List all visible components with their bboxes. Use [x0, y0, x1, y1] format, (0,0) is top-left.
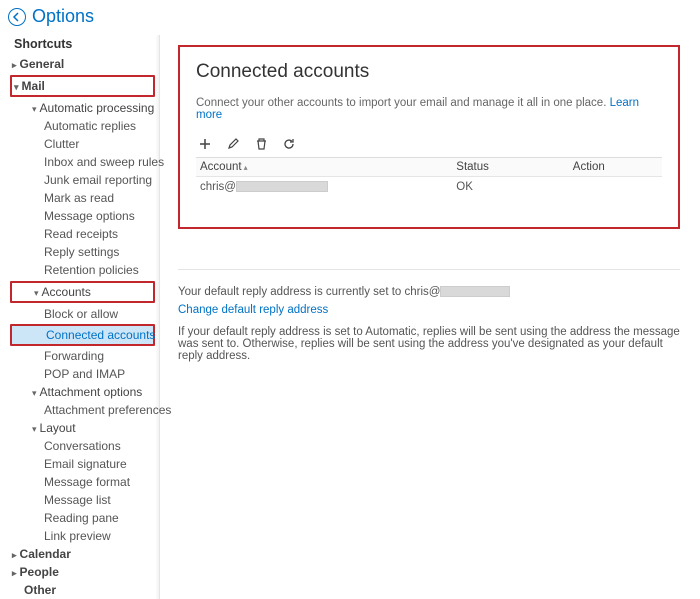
- sidebar-item-inbox-sweep[interactable]: Inbox and sweep rules: [10, 153, 155, 171]
- sidebar-item-general[interactable]: General: [10, 55, 155, 73]
- sidebar-item-pop-imap[interactable]: POP and IMAP: [10, 365, 155, 383]
- sidebar-item-mail[interactable]: Mail: [12, 77, 153, 95]
- col-action[interactable]: Action: [569, 158, 662, 177]
- sidebar-item-attachment-options[interactable]: Attachment options: [10, 383, 155, 401]
- sidebar-item-automatic-processing[interactable]: Automatic processing: [10, 99, 155, 117]
- sidebar-item-accounts[interactable]: Accounts: [12, 283, 153, 301]
- accounts-table: Account▴ Status Action chris@ OK: [196, 157, 662, 197]
- sidebar-item-message-format[interactable]: Message format: [10, 473, 155, 491]
- divider: [178, 269, 680, 270]
- table-row[interactable]: chris@ OK: [196, 177, 662, 198]
- col-status[interactable]: Status: [452, 158, 569, 177]
- edit-icon[interactable]: [226, 137, 240, 151]
- sidebar-item-forwarding[interactable]: Forwarding: [10, 347, 155, 365]
- sidebar-item-reading-pane[interactable]: Reading pane: [10, 509, 155, 527]
- sidebar-item-connected-accounts[interactable]: Connected accounts: [12, 326, 153, 344]
- sidebar-item-people[interactable]: People: [10, 563, 155, 581]
- options-header: Options: [0, 0, 700, 35]
- sidebar-item-mark-as-read[interactable]: Mark as read: [10, 189, 155, 207]
- sidebar-item-junk-reporting[interactable]: Junk email reporting: [10, 171, 155, 189]
- sidebar-item-clutter[interactable]: Clutter: [10, 135, 155, 153]
- sidebar-item-block-allow[interactable]: Block or allow: [10, 305, 155, 323]
- main-content: Connected accounts Connect your other ac…: [160, 35, 700, 599]
- col-account[interactable]: Account▴: [196, 158, 452, 177]
- accounts-toolbar: [196, 135, 662, 157]
- connected-accounts-panel: Connected accounts Connect your other ac…: [178, 45, 680, 229]
- cell-status: OK: [452, 177, 569, 198]
- add-icon[interactable]: [198, 137, 212, 151]
- default-reply-block: Your default reply address is currently …: [178, 286, 680, 362]
- sidebar-item-other[interactable]: Other: [10, 581, 155, 599]
- default-reply-note: If your default reply address is set to …: [178, 326, 680, 362]
- panel-description: Connect your other accounts to import yo…: [196, 97, 662, 121]
- back-icon[interactable]: [8, 8, 26, 26]
- sidebar-item-read-receipts[interactable]: Read receipts: [10, 225, 155, 243]
- cell-action: [569, 177, 662, 198]
- delete-icon[interactable]: [254, 137, 268, 151]
- redacted-mask: [236, 181, 328, 192]
- refresh-icon[interactable]: [282, 137, 296, 151]
- sidebar-item-calendar[interactable]: Calendar: [10, 545, 155, 563]
- sidebar-item-email-signature[interactable]: Email signature: [10, 455, 155, 473]
- sidebar-item-reply-settings[interactable]: Reply settings: [10, 243, 155, 261]
- shortcuts-heading: Shortcuts: [10, 35, 155, 55]
- change-reply-link[interactable]: Change default reply address: [178, 304, 328, 316]
- sidebar-item-automatic-replies[interactable]: Automatic replies: [10, 117, 155, 135]
- sidebar-item-conversations[interactable]: Conversations: [10, 437, 155, 455]
- sidebar-item-message-options[interactable]: Message options: [10, 207, 155, 225]
- sidebar-item-layout[interactable]: Layout: [10, 419, 155, 437]
- redacted-mask: [440, 286, 510, 297]
- page-title: Options: [32, 6, 94, 27]
- sidebar-item-message-list[interactable]: Message list: [10, 491, 155, 509]
- sidebar-item-link-preview[interactable]: Link preview: [10, 527, 155, 545]
- cell-account: chris@: [196, 177, 452, 198]
- sidebar-item-retention-policies[interactable]: Retention policies: [10, 261, 155, 279]
- panel-title: Connected accounts: [196, 61, 662, 83]
- sidebar-item-attachment-preferences[interactable]: Attachment preferences: [10, 401, 155, 419]
- default-reply-text: Your default reply address is currently …: [178, 286, 680, 298]
- sidebar: Shortcuts General Mail Automatic process…: [0, 35, 160, 599]
